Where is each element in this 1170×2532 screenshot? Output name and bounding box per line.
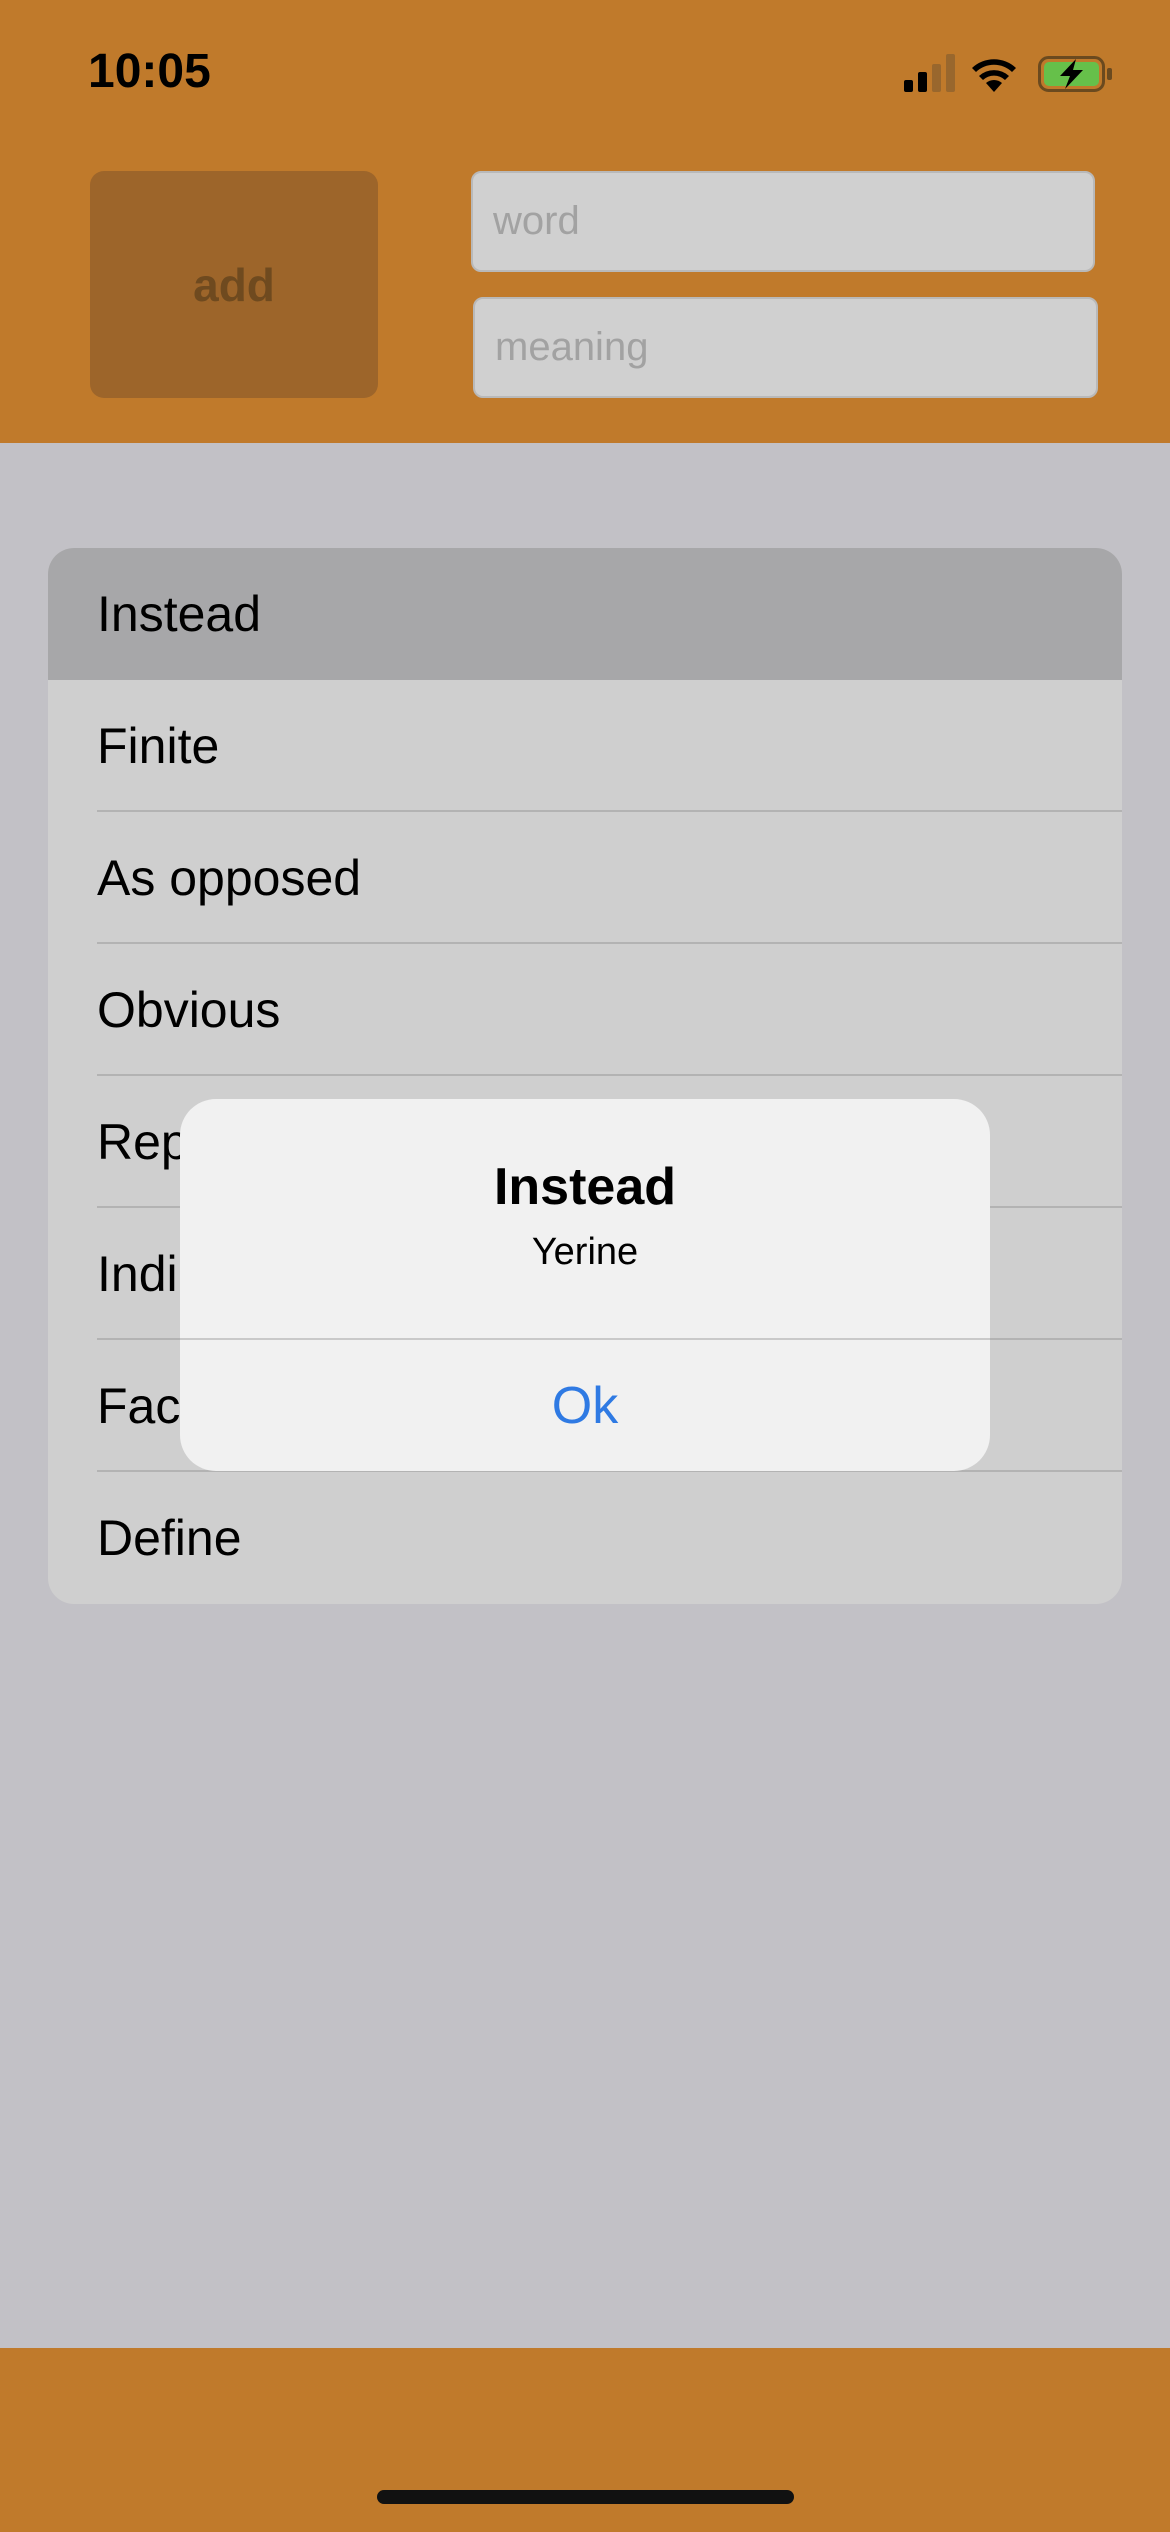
bottom-bar xyxy=(0,2348,1170,2532)
list-item[interactable]: As opposed xyxy=(48,812,1122,944)
list-item-label: As opposed xyxy=(97,850,362,906)
list-item-label: Instead xyxy=(97,586,262,642)
wifi-icon xyxy=(972,59,1016,92)
list-item-label: Indi xyxy=(97,1246,178,1302)
home-indicator[interactable] xyxy=(377,2490,794,2504)
list-item[interactable]: Define xyxy=(48,1472,1122,1604)
status-bar: 10:05 xyxy=(0,0,1170,150)
add-button[interactable]: add xyxy=(90,171,378,398)
list-item-label: Finite xyxy=(97,718,220,774)
cellular-signal-icon xyxy=(904,54,955,92)
word-input[interactable] xyxy=(471,171,1095,272)
list-item[interactable]: Obvious xyxy=(48,944,1122,1076)
alert-dialog: Instead Yerine Ok xyxy=(180,1099,990,1471)
battery-charging-icon xyxy=(1038,56,1112,92)
list-item-label: Rep xyxy=(97,1114,189,1170)
list-item-label: Obvious xyxy=(97,982,281,1038)
list-item[interactable]: Finite xyxy=(48,680,1122,812)
ok-button[interactable]: Ok xyxy=(180,1340,990,1471)
status-time: 10:05 xyxy=(88,45,211,98)
header-bar: 10:05 add xyxy=(0,0,1170,443)
alert-message: Yerine xyxy=(531,1231,639,1273)
alert-title: Instead xyxy=(493,1158,677,1216)
meaning-input[interactable] xyxy=(473,297,1098,398)
status-icons xyxy=(904,54,1112,92)
list-item[interactable]: Instead xyxy=(48,548,1122,680)
list-item-label: Define xyxy=(97,1510,242,1566)
list-item-label: Fac xyxy=(97,1378,181,1434)
